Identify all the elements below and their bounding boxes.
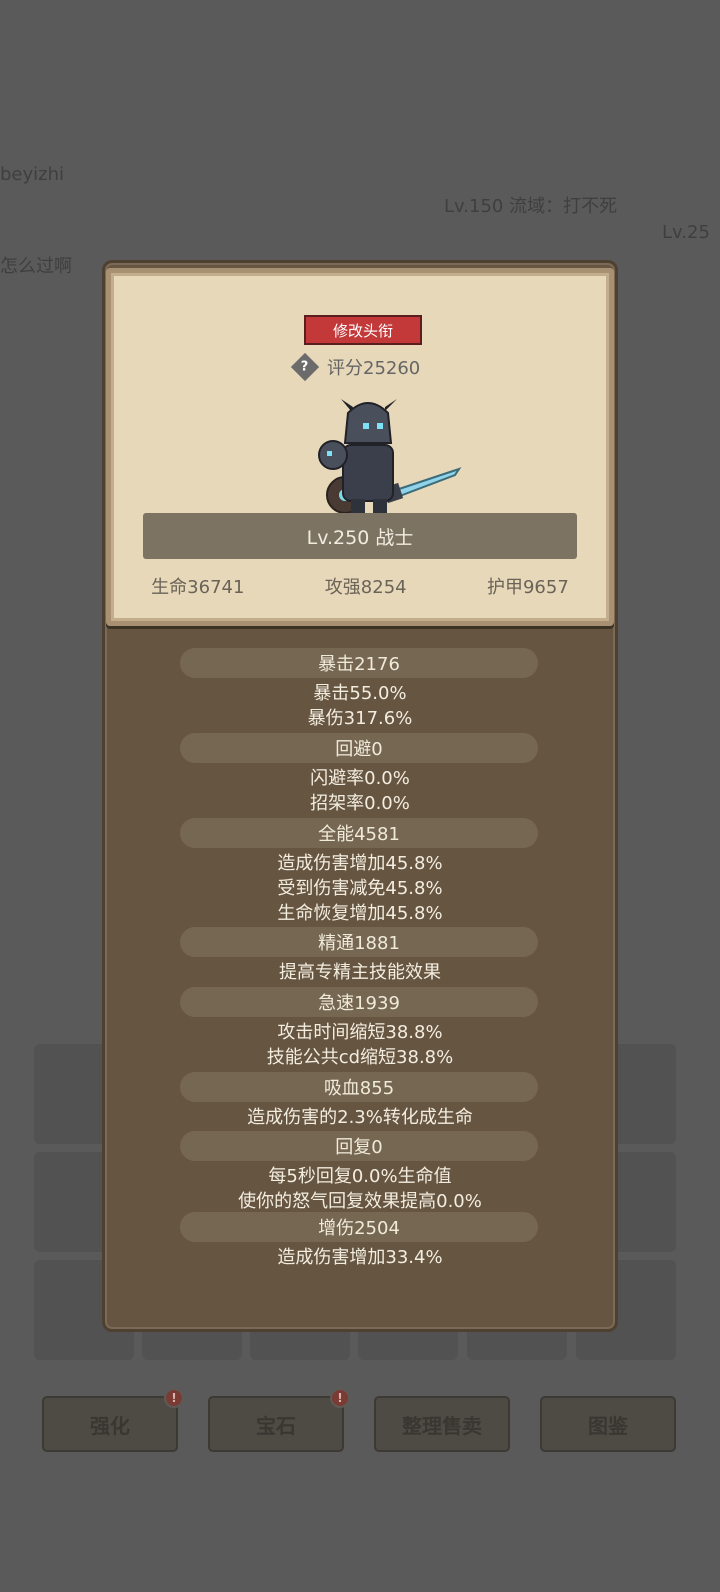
regen-line-1: 每5秒回复0.0%生命值 <box>268 1166 452 1187</box>
parry-rate: 招架率0.0% <box>310 793 410 814</box>
hero-avatar <box>318 399 462 517</box>
help-icon[interactable]: ? <box>290 352 320 382</box>
enhance-button[interactable]: 强化 ! <box>42 1388 184 1452</box>
crit-damage: 暴伤317.6% <box>307 708 413 729</box>
score-value: 评分25260 <box>327 358 421 379</box>
regen-header: 回复0 <box>180 1131 538 1161</box>
haste-header: 急速1939 <box>180 987 538 1017</box>
damage-boost-line-1: 造成伤害增加33.4% <box>277 1247 443 1268</box>
player-name: beyizhi <box>0 164 65 185</box>
versatility-line-1: 造成伤害增加45.8% <box>277 853 443 874</box>
damage-boost-header: 增伤2504 <box>180 1212 538 1242</box>
alert-badge-icon: ! <box>164 1388 184 1408</box>
dodge-rate: 闪避率0.0% <box>310 768 410 789</box>
mastery-line-1: 提高专精主技能效果 <box>279 962 441 983</box>
crit-header: 暴击2176 <box>180 648 538 678</box>
lifesteal-line-1: 造成伤害的2.3%转化成生命 <box>247 1107 473 1128</box>
lifesteal-header: 吸血855 <box>180 1072 538 1102</box>
avoidance-header: 回避0 <box>180 733 538 763</box>
sort-sell-button[interactable]: 整理售卖 <box>374 1396 510 1452</box>
sort-sell-button-label: 整理售卖 <box>402 1413 482 1438</box>
haste-line-1: 攻击时间缩短38.8% <box>277 1022 443 1043</box>
gem-button[interactable]: 宝石 ! <box>208 1388 350 1452</box>
base-stats-row: 生命36741 攻强8254 护甲9657 <box>111 573 609 599</box>
armor-stat: 护甲9657 <box>486 577 569 598</box>
hp-stat: 生命36741 <box>151 577 245 598</box>
ranking-line: Lv.150 流域：打不死 <box>444 196 618 217</box>
haste-line-2: 技能公共cd缩短38.8% <box>266 1047 454 1068</box>
versatility-line-3: 生命恢复增加45.8% <box>277 903 443 924</box>
regen-line-2: 使你的怒气回复效果提高0.0% <box>238 1191 482 1212</box>
versatility-line-2: 受到伤害减免45.8% <box>277 878 443 899</box>
level-class-bar: Lv.250 战士 <box>143 513 577 559</box>
chat-line: 怎么过啊 <box>0 256 72 277</box>
attack-stat: 攻强8254 <box>324 577 407 598</box>
alert-badge-icon: ! <box>330 1388 350 1408</box>
mastery-header: 精通1881 <box>180 927 538 957</box>
change-title-button[interactable]: 修改头衔 <box>304 315 422 345</box>
versatility-header: 全能4581 <box>180 818 538 848</box>
crit-rate: 暴击55.0% <box>313 683 407 704</box>
codex-button[interactable]: 图鉴 <box>540 1396 676 1452</box>
change-title-label: 修改头衔 <box>332 321 393 340</box>
level-class-text: Lv.250 战士 <box>306 526 414 549</box>
codex-button-label: 图鉴 <box>588 1413 628 1438</box>
score-row: ? 评分25260 <box>290 352 421 382</box>
character-card: 修改头衔 ? 评分25260 Lv.250 战士 生命36741 攻强8254 <box>106 268 614 626</box>
gem-button-label: 宝石 <box>256 1413 296 1438</box>
level-right: Lv.25 <box>662 222 710 243</box>
enhance-button-label: 强化 <box>90 1413 130 1438</box>
